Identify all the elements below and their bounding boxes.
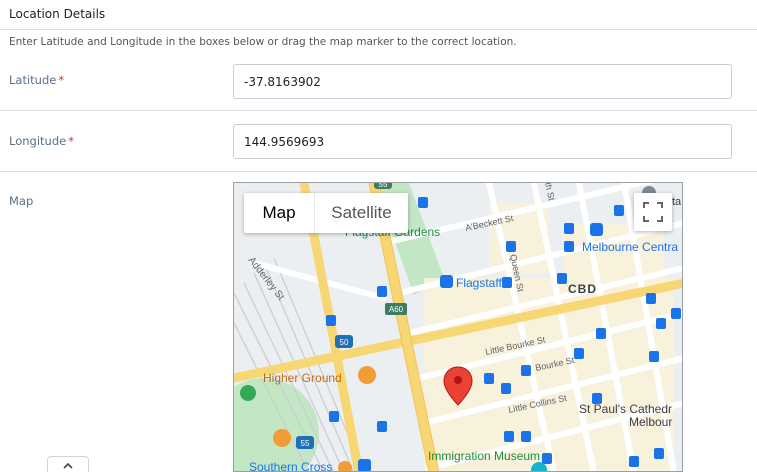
row-divider xyxy=(0,171,757,172)
place-label-immigration-museum: Immigration Museum xyxy=(428,449,540,463)
longitude-label-text: Longitude xyxy=(9,134,67,148)
latitude-input[interactable] xyxy=(233,64,732,99)
longitude-label: Longitude * xyxy=(9,134,74,148)
cafe-icon xyxy=(358,366,376,384)
chevron-up-icon xyxy=(63,462,73,469)
section-divider xyxy=(0,29,757,30)
latitude-label-text: Latitude xyxy=(9,73,57,87)
required-mark: * xyxy=(58,73,65,87)
required-mark: * xyxy=(68,134,74,148)
map-canvas[interactable]: 55 A60 50 55 A'Beckett St Queen St Adder… xyxy=(233,182,683,472)
map-type-satellite-button[interactable]: Satellite xyxy=(314,193,408,233)
place-label-cbd: CBD xyxy=(568,282,597,296)
instructions-text: Enter Latitude and Longitude in the boxe… xyxy=(9,36,517,48)
restaurant-icon xyxy=(273,429,291,447)
fullscreen-button[interactable] xyxy=(634,193,672,231)
fullscreen-icon xyxy=(643,202,663,222)
row-divider xyxy=(0,110,757,111)
longitude-input[interactable] xyxy=(233,124,732,159)
map-type-control: Map Satellite xyxy=(244,193,408,233)
place-label-st-pauls: St Paul's Cathedr xyxy=(579,402,672,416)
section-title: Location Details xyxy=(9,7,106,21)
svg-text:A60: A60 xyxy=(389,305,404,314)
svg-text:55: 55 xyxy=(301,439,310,448)
route-shield-a60: A60 xyxy=(385,303,407,315)
place-label-melbourne: Melbour xyxy=(629,415,672,429)
route-shield-55-bottom: 55 xyxy=(296,436,314,449)
place-label-higher-ground: Higher Ground xyxy=(263,371,342,385)
scroll-to-top-button[interactable] xyxy=(47,456,89,472)
place-label-southern-cross: Southern Cross xyxy=(249,460,332,472)
route-shield-55-top: 55 xyxy=(374,183,392,189)
latitude-label: Latitude * xyxy=(9,73,64,87)
map-type-map-button[interactable]: Map xyxy=(244,193,314,233)
train-station-icon xyxy=(440,275,453,288)
svg-text:50: 50 xyxy=(340,338,349,347)
svg-text:55: 55 xyxy=(379,183,388,189)
poi-icon xyxy=(240,385,256,401)
route-shield-50: 50 xyxy=(335,335,353,348)
place-label-melbourne-central: Melbourne Centra xyxy=(582,240,678,254)
train-station-icon xyxy=(590,223,603,236)
place-label-flagstaff: Flagstaff xyxy=(456,276,502,290)
place-label-ta: ta xyxy=(672,196,682,208)
map-label: Map xyxy=(9,194,34,208)
train-station-icon xyxy=(358,459,371,471)
